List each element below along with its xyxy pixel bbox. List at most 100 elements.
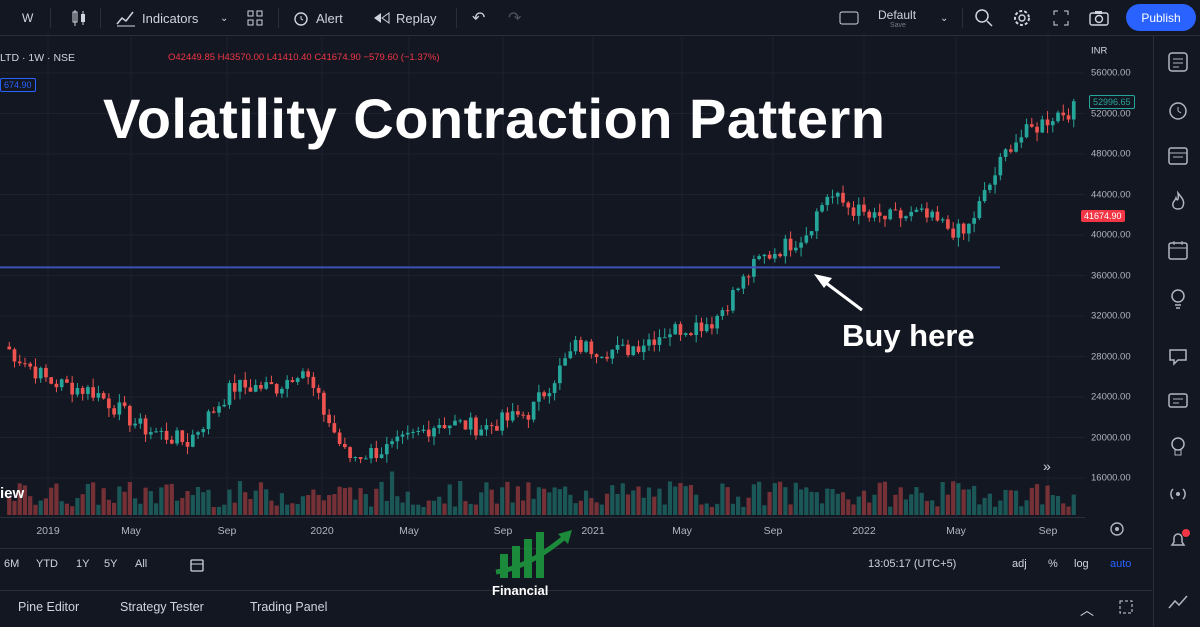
auto-toggle[interactable]: auto — [1110, 558, 1131, 570]
broadcast-icon[interactable] — [1166, 482, 1190, 506]
adj-toggle[interactable]: adj — [1012, 558, 1027, 570]
volume-bar — [59, 501, 64, 515]
tab-trading-panel[interactable]: Trading Panel — [250, 600, 327, 614]
chat-icon[interactable] — [1166, 390, 1190, 414]
volume-bar — [694, 494, 699, 515]
volume-bar — [484, 482, 489, 515]
logo-text: Financial — [492, 583, 549, 598]
top-toolbar: W Indicators ⌄ Alert Replay ↶ ↷ Default … — [0, 0, 1200, 36]
range-all[interactable]: All — [135, 558, 147, 570]
volume-bar — [793, 482, 798, 515]
candle-body — [930, 211, 935, 218]
layout-sub-label: Save — [890, 21, 906, 29]
candle-body — [437, 424, 442, 429]
candle-body — [426, 429, 431, 437]
range-6m[interactable]: 6M — [4, 558, 19, 570]
candle-body — [809, 231, 814, 236]
volume-bar — [667, 481, 673, 515]
watchlist-icon[interactable] — [1166, 50, 1190, 74]
replay-button[interactable]: Replay — [372, 0, 436, 36]
alert-button[interactable]: Alert — [292, 0, 343, 36]
lightbulb-icon[interactable] — [1166, 286, 1190, 310]
data-window-icon[interactable] — [1166, 144, 1190, 168]
publish-button[interactable]: Publish — [1126, 4, 1196, 31]
streams-icon[interactable] — [1166, 434, 1190, 458]
search-icon[interactable] — [974, 0, 994, 36]
drawing-tools-icon[interactable] — [1166, 590, 1190, 614]
volume-bar — [258, 482, 264, 515]
range-1y[interactable]: 1Y — [76, 558, 89, 570]
high-price-tag: 52996.65 — [1089, 95, 1135, 109]
candle-body — [295, 378, 300, 382]
candle-body — [148, 432, 153, 435]
symbol-button[interactable]: W — [22, 0, 33, 36]
volume-bar — [379, 481, 384, 515]
calendar-icon[interactable] — [1166, 238, 1190, 262]
candle-body — [552, 383, 557, 394]
volume-bar — [977, 504, 982, 515]
volume-bar — [715, 503, 720, 515]
notifications-bell-icon[interactable] — [1166, 528, 1190, 552]
candle-body — [384, 444, 389, 455]
volume-bar — [1040, 504, 1045, 515]
symbol-label: W — [22, 11, 34, 25]
indicators-dropdown-icon[interactable]: ⌄ — [220, 0, 228, 36]
volume-bar — [1071, 494, 1076, 515]
candle-body — [867, 211, 872, 218]
templates-grid-icon[interactable] — [246, 0, 264, 36]
range-5y[interactable]: 5Y — [104, 558, 117, 570]
log-toggle[interactable]: log — [1074, 558, 1089, 570]
chevron-up-icon[interactable]: ︿ — [1080, 600, 1094, 620]
layout-select[interactable]: Default Save — [878, 2, 916, 34]
candle-body — [54, 383, 59, 388]
candle-body — [631, 346, 636, 356]
candle-body — [741, 276, 746, 289]
candle-body — [405, 432, 410, 435]
volume-bar — [91, 482, 96, 515]
candle-body — [1040, 119, 1045, 133]
volume-bar — [122, 491, 127, 515]
volume-bar — [358, 488, 363, 515]
redo-icon[interactable]: ↷ — [508, 0, 521, 36]
settings-circle-icon[interactable] — [1108, 520, 1126, 538]
price-tick-label: 44000.00 — [1091, 189, 1131, 200]
price-tick-label: 48000.00 — [1091, 148, 1131, 160]
percent-toggle[interactable]: % — [1048, 558, 1058, 570]
candle-body — [353, 457, 358, 459]
volume-bar — [437, 496, 442, 515]
volume-bar — [673, 486, 678, 515]
layout-dropdown-icon[interactable]: ⌄ — [940, 0, 948, 36]
indicators-button[interactable]: Indicators — [116, 0, 198, 36]
tab-strategy-tester[interactable]: Strategy Tester — [120, 600, 204, 614]
volume-bar — [940, 482, 945, 515]
goto-date-icon[interactable] — [188, 556, 206, 579]
volume-bar — [232, 502, 237, 515]
volume-bar — [190, 494, 195, 515]
volume-bar — [316, 494, 321, 515]
volume-bar — [924, 500, 930, 515]
camera-icon[interactable] — [1088, 0, 1110, 36]
volume-bar — [185, 491, 190, 515]
chart-type-icon[interactable] — [70, 0, 88, 36]
candle-body — [500, 412, 505, 431]
community-chat-icon[interactable] — [1166, 344, 1190, 368]
layout-icon[interactable] — [838, 0, 860, 36]
gear-icon[interactable] — [1012, 0, 1032, 36]
volume-bar — [783, 487, 788, 515]
candle-body — [746, 276, 751, 278]
candle-body — [814, 211, 819, 232]
hotlist-flame-icon[interactable] — [1166, 190, 1190, 214]
price-axis[interactable]: INR 56000.00 52000.00 48000.00 44000.00 4000… — [1081, 37, 1152, 517]
undo-icon[interactable]: ↶ — [472, 0, 485, 36]
clock-label[interactable]: 13:05:17 (UTC+5) — [868, 558, 956, 570]
scroll-forward-icon[interactable]: » — [1043, 458, 1051, 474]
symbol-legend[interactable]: LTD · 1W · NSE — [0, 52, 75, 64]
price-tick-label: 36000.00 — [1091, 270, 1131, 281]
volume-bar — [536, 487, 541, 515]
candle-body — [395, 436, 400, 442]
tab-pine-editor[interactable]: Pine Editor — [18, 600, 79, 614]
range-ytd[interactable]: YTD — [36, 558, 58, 570]
maximize-icon[interactable] — [1118, 599, 1134, 620]
fullscreen-icon[interactable] — [1052, 0, 1070, 36]
alarm-clock-icon[interactable] — [1166, 98, 1190, 122]
